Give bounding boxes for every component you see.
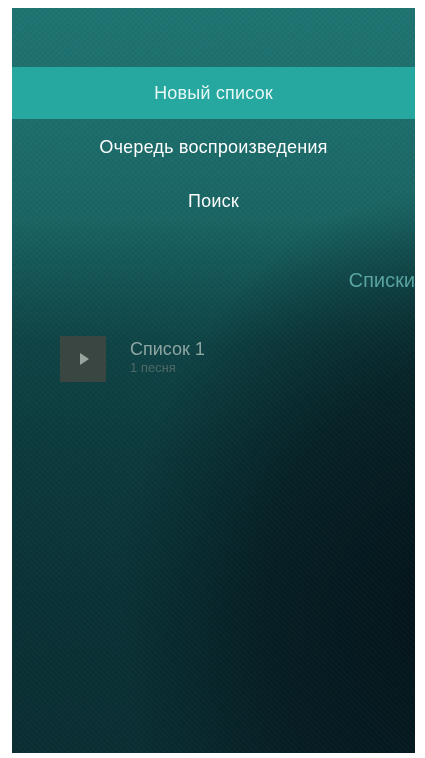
playlist-thumbnail[interactable]: [60, 336, 106, 382]
playlist-song-count: 1 песня: [130, 360, 176, 375]
playlist-title: Список 1: [130, 339, 205, 359]
menu-item-play-queue[interactable]: Очередь воспроизведения: [12, 121, 415, 173]
play-icon: [80, 353, 89, 365]
main-menu: Новый список Очередь воспроизведения Пои…: [12, 67, 415, 227]
playlist-text: Список 1 1 песня: [130, 338, 205, 376]
playlist-item[interactable]: Список 1 1 песня: [60, 336, 205, 382]
app-screen: Новый список Очередь воспроизведения Пои…: [12, 8, 415, 753]
playlists-section-title: Списки: [348, 270, 415, 292]
menu-item-label: Очередь воспроизведения: [99, 137, 328, 157]
menu-item-search[interactable]: Поиск: [12, 175, 415, 227]
menu-item-new-playlist[interactable]: Новый список: [12, 67, 415, 119]
menu-item-label: Поиск: [188, 191, 239, 211]
menu-item-label: Новый список: [154, 83, 273, 103]
